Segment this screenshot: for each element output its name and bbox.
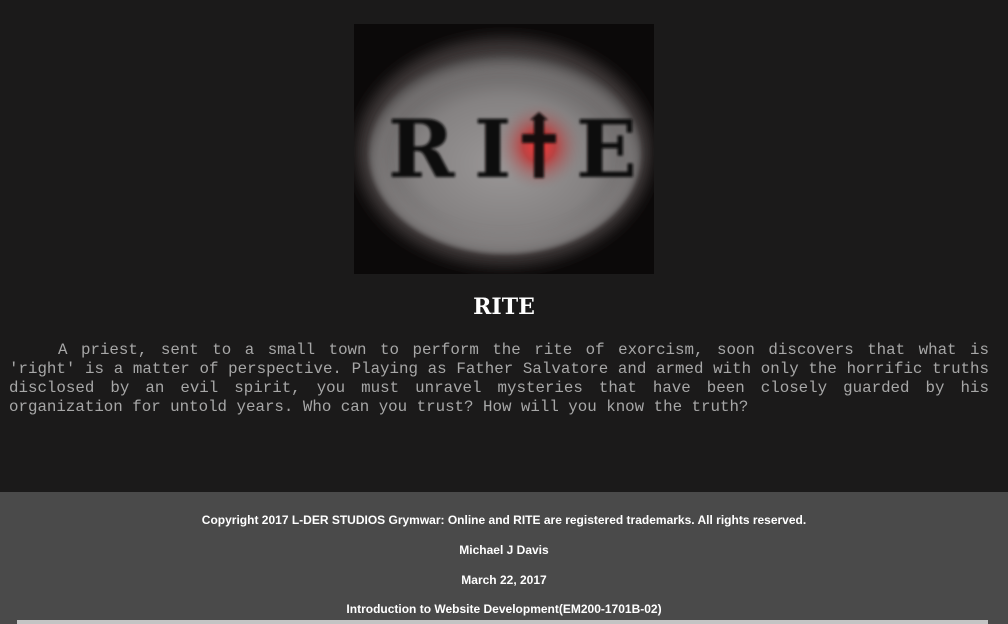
logo-letter-i: I xyxy=(474,102,511,196)
page: R I E RITE A priest, sent to a small tow… xyxy=(0,0,1008,624)
horizontal-scrollbar[interactable] xyxy=(17,620,988,624)
rite-logo-image: R I E xyxy=(354,24,654,274)
rite-logo-graphic: R I E xyxy=(356,38,652,266)
footer: Copyright 2017 L-DER STUDIOS Grymwar: On… xyxy=(0,492,1008,624)
logo-letter-r: R xyxy=(388,102,455,196)
footer-copyright: Copyright 2017 L-DER STUDIOS Grymwar: On… xyxy=(201,513,807,527)
footer-course: Introduction to Website Development(EM20… xyxy=(346,602,662,616)
logo-letter-e: E xyxy=(576,102,637,196)
game-title: RITE xyxy=(473,294,535,320)
footer-author: Michael J Davis xyxy=(459,543,549,557)
game-description: A priest, sent to a small town to perfor… xyxy=(9,341,989,416)
footer-date: March 22, 2017 xyxy=(461,573,547,587)
